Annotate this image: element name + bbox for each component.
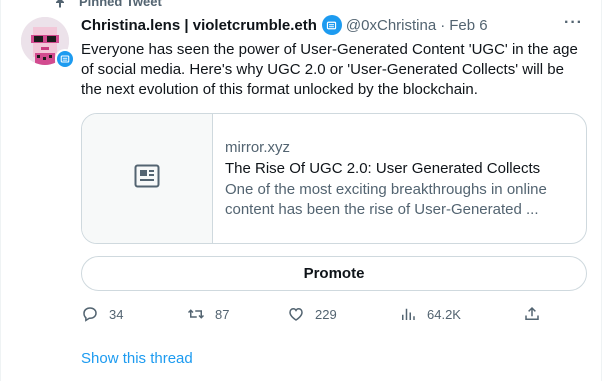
share-button[interactable] (523, 303, 541, 325)
like-button[interactable]: 229 (287, 303, 337, 325)
like-count: 229 (315, 306, 337, 322)
action-bar: 34 87 229 64.2K (79, 303, 549, 325)
reply-icon (83, 307, 97, 322)
retweet-button[interactable]: 87 (187, 303, 229, 325)
tweet-text: Everyone has seen the power of User-Gene… (81, 41, 578, 98)
card-thumbnail (82, 114, 213, 243)
author-name[interactable]: Christina.lens | violetcrumble.eth (81, 17, 317, 34)
reply-button[interactable]: 34 (81, 303, 123, 325)
article-icon (134, 164, 160, 193)
promote-button[interactable]: Promote (81, 256, 587, 291)
card-domain: mirror.xyz (225, 138, 290, 156)
card-description: One of the most exciting breakthroughs i… (225, 180, 547, 218)
newsletter-icon (57, 51, 73, 67)
pinned-tweet[interactable]: Pinned Tweet Christina.lens | violetcrum… (0, 0, 602, 381)
card-title: The Rise Of UGC 2.0: User Generated Coll… (225, 159, 541, 177)
share-icon (525, 306, 539, 320)
views-count: 64.2K (427, 306, 461, 322)
retweet-count: 87 (215, 306, 230, 322)
views-icon (402, 308, 415, 320)
tweet-header: Christina.lens | violetcrumble.eth @0xCh… (81, 15, 581, 35)
more-icon[interactable]: ··· (564, 14, 583, 32)
verified-icon[interactable] (321, 15, 342, 35)
pinned-label: Pinned Tweet (79, 0, 162, 9)
reply-count: 34 (109, 306, 124, 322)
retweet-icon (187, 309, 205, 319)
pinned-indicator: Pinned Tweet (53, 0, 162, 9)
like-icon (289, 307, 303, 321)
pin-icon (53, 0, 67, 8)
link-card[interactable]: mirror.xyz The Rise Of UGC 2.0: User Gen… (81, 113, 587, 244)
show-thread-link[interactable]: Show this thread (81, 350, 193, 367)
views-button[interactable]: 64.2K (399, 303, 461, 325)
card-info: mirror.xyz The Rise Of UGC 2.0: User Gen… (213, 114, 586, 243)
avatar-badge (55, 49, 75, 69)
tweet-date[interactable]: Feb 6 (449, 17, 487, 34)
author-handle[interactable]: @0xChristina (346, 17, 436, 34)
separator: · (440, 16, 446, 34)
